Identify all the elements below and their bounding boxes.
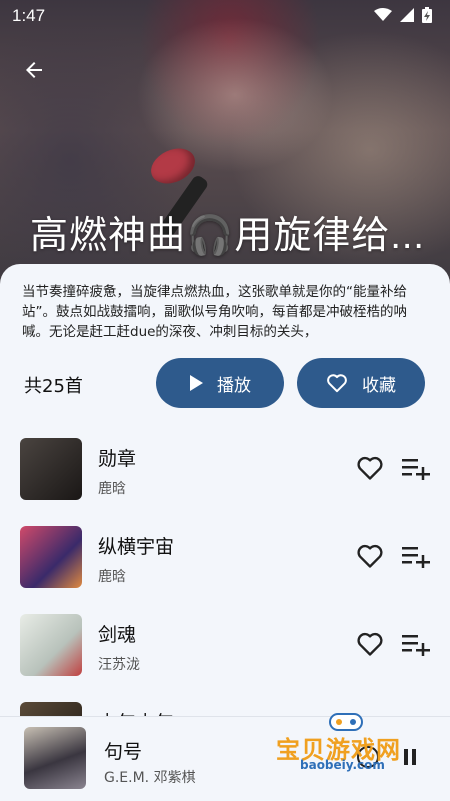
now-playing-cover [24,727,86,789]
song-artist: 汪苏泷 [98,657,140,673]
playlist-header-image: 1:47 高燃神曲🎧用旋律给... [0,0,450,290]
add-to-queue-icon[interactable] [402,544,430,568]
favorite-playlist-button[interactable]: 收藏 [297,358,425,408]
song-row[interactable]: 纵横宇宙 鹿晗 [0,520,450,608]
song-artist: 鹿晗 [98,481,126,497]
favorite-label: 收藏 [362,375,396,396]
play-all-label: 播放 [217,375,251,396]
album-cover [20,438,82,500]
playlist-description[interactable]: 当节奏撞碎疲惫，当旋律点燃热血，这张歌单就是你的“能量补给站”。鼓点如战鼓擂响，… [22,282,432,342]
play-icon [190,375,203,391]
wifi-icon [374,8,392,21]
song-artist: 鹿晗 [98,569,126,585]
heart-outline-icon [327,374,347,393]
add-to-queue-icon[interactable] [402,456,430,480]
back-button[interactable] [18,54,50,86]
mini-player[interactable]: 句号 G.E.M. 邓紫棋 [0,716,450,801]
song-title: 纵横宇宙 [98,536,175,558]
album-cover [20,526,82,588]
signal-icon [400,8,414,22]
status-icons [374,7,432,23]
now-playing-title: 句号 [104,741,143,763]
now-playing-artist: G.E.M. 邓紫棋 [104,770,196,786]
heart-outline-icon[interactable] [356,454,384,482]
status-bar: 1:47 [0,0,450,30]
song-row[interactable]: 勋章 鹿晗 [0,432,450,520]
playlist-queue-icon[interactable] [356,745,380,769]
heart-outline-icon[interactable] [356,630,384,658]
playlist-title: 高燃神曲🎧用旋律给... [30,215,425,257]
heart-outline-icon[interactable] [356,542,384,570]
song-row[interactable]: 剑魂 汪苏泷 [0,608,450,696]
song-title: 剑魂 [98,624,137,646]
add-to-queue-icon[interactable] [402,632,430,656]
play-all-button[interactable]: 播放 [156,358,284,408]
arrow-left-icon [26,62,42,78]
song-count: 共25首 [24,376,83,397]
battery-charging-icon [422,7,432,23]
status-time: 1:47 [12,6,46,25]
album-cover [20,614,82,676]
pause-icon[interactable] [398,745,422,769]
song-title: 勋章 [98,448,137,470]
